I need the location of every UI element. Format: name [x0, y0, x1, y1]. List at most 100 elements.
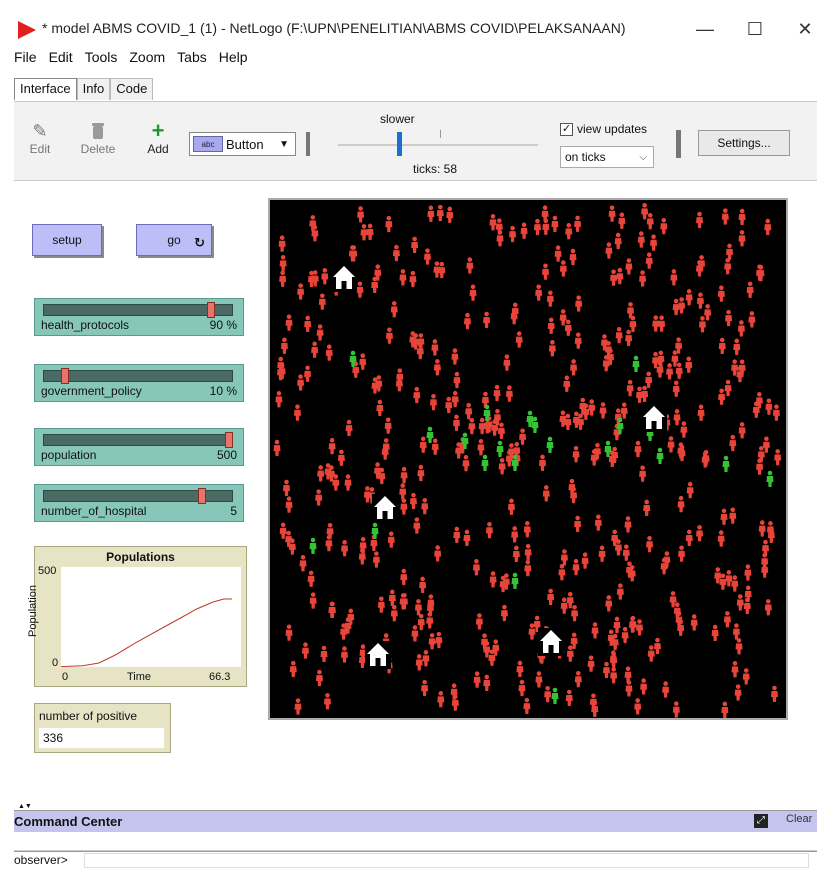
add-tool[interactable]: + Add — [136, 118, 180, 156]
infected-person — [315, 489, 323, 506]
infected-person — [466, 257, 474, 274]
infected-person — [565, 689, 573, 707]
infected-person — [559, 309, 567, 326]
infected-person — [571, 604, 579, 622]
infected-person — [636, 386, 644, 403]
panel-resize-arrows[interactable]: ▲▼ — [18, 803, 32, 810]
menu-help[interactable]: Help — [207, 49, 248, 71]
infected-person — [685, 529, 693, 546]
view-updates-checkbox[interactable]: ✓ view updates — [560, 122, 647, 136]
update-mode-value: on ticks — [565, 150, 606, 164]
infected-person — [622, 544, 630, 561]
healthy-person — [481, 454, 489, 471]
edit-tool[interactable]: ✎ Edit — [18, 120, 62, 157]
slider-number-of-hospital[interactable]: number_of_hospital 5 — [34, 484, 244, 522]
observer-prompt[interactable]: observer> — [14, 853, 68, 867]
infected-person — [273, 439, 281, 457]
infected-person — [417, 613, 425, 631]
infected-person — [677, 495, 685, 513]
infected-person — [544, 685, 552, 703]
plot-y-min: 0 — [52, 657, 59, 669]
clear-button[interactable]: Clear — [786, 813, 812, 825]
plot-area — [60, 567, 241, 668]
infected-person — [453, 526, 461, 544]
maximize-button[interactable]: ☐ — [735, 14, 775, 44]
infected-person — [646, 536, 654, 553]
infected-person — [624, 666, 632, 683]
infected-person — [421, 497, 429, 515]
tab-interface[interactable]: Interface — [14, 78, 77, 100]
infected-person — [574, 515, 582, 532]
infected-person — [436, 204, 444, 222]
infected-person — [636, 619, 644, 636]
command-input-row: observer> — [14, 851, 817, 869]
setup-button[interactable]: setup — [32, 224, 102, 256]
infected-person — [772, 404, 780, 421]
tab-info[interactable]: Info — [76, 78, 111, 100]
infected-person — [282, 479, 290, 497]
speed-center-tick — [440, 130, 441, 138]
slider-population[interactable]: population 500 — [34, 428, 244, 466]
infected-person — [511, 526, 519, 543]
infected-person — [560, 549, 568, 566]
go-button[interactable]: go ↻ — [136, 224, 212, 256]
infected-person — [634, 698, 642, 715]
widget-type-select[interactable]: abc Button ▼ — [189, 132, 296, 156]
infected-person — [400, 568, 408, 586]
slider-thumb[interactable] — [197, 488, 206, 504]
infected-person — [315, 669, 323, 687]
infected-person — [574, 215, 582, 232]
slider-government-policy[interactable]: government_policy 10 % — [34, 364, 244, 402]
infected-person — [774, 449, 782, 466]
delete-label: Delete — [80, 142, 116, 156]
command-input[interactable] — [84, 853, 809, 868]
menu-file[interactable]: File — [0, 49, 37, 71]
slider-health-protocols[interactable]: health_protocols 90 % — [34, 298, 244, 336]
infected-person — [427, 205, 435, 222]
update-mode-select[interactable]: on ticks ⌵ — [560, 146, 654, 168]
minimize-button[interactable]: — — [685, 14, 725, 44]
infected-person — [445, 396, 453, 414]
delete-tool[interactable]: Delete — [76, 120, 120, 156]
infected-person — [717, 285, 725, 302]
infected-person — [554, 245, 562, 262]
expand-icon[interactable]: ⤢ — [754, 814, 768, 828]
tab-code[interactable]: Code — [110, 78, 154, 100]
infected-person — [672, 380, 680, 397]
infected-person — [742, 668, 750, 685]
close-button[interactable]: ✕ — [785, 14, 817, 44]
slider-thumb[interactable] — [206, 302, 215, 318]
infected-person — [341, 540, 349, 557]
speed-slider-thumb[interactable] — [397, 132, 402, 156]
infected-person — [325, 344, 333, 361]
infected-person — [696, 525, 704, 542]
menu-edit[interactable]: Edit — [37, 49, 73, 71]
menu-tabs[interactable]: Tabs — [165, 49, 207, 71]
toolbar-divider — [306, 132, 310, 156]
infected-person — [605, 595, 613, 612]
infected-person — [744, 564, 752, 581]
speed-slider[interactable] — [338, 144, 538, 146]
infected-person — [275, 391, 283, 408]
menu-tools[interactable]: Tools — [73, 49, 118, 71]
setup-button-label: setup — [52, 233, 82, 247]
settings-button[interactable]: Settings... — [698, 130, 790, 156]
infected-person — [643, 499, 651, 516]
slider-thumb[interactable] — [61, 368, 70, 384]
infected-person — [587, 655, 595, 672]
menu-zoom[interactable]: Zoom — [117, 49, 165, 71]
infected-person — [673, 409, 681, 426]
infected-person — [733, 338, 741, 355]
world-view[interactable] — [268, 198, 788, 720]
hospital-icon — [538, 628, 564, 656]
infected-person — [477, 439, 485, 456]
widget-type-value: Button — [226, 136, 264, 152]
infected-person — [723, 611, 731, 628]
healthy-person — [309, 537, 317, 554]
infected-person — [301, 642, 309, 659]
infected-person — [574, 670, 582, 688]
slider-thumb[interactable] — [225, 432, 233, 448]
infected-person — [462, 454, 470, 472]
infected-person — [720, 508, 728, 525]
infected-person — [390, 301, 398, 318]
